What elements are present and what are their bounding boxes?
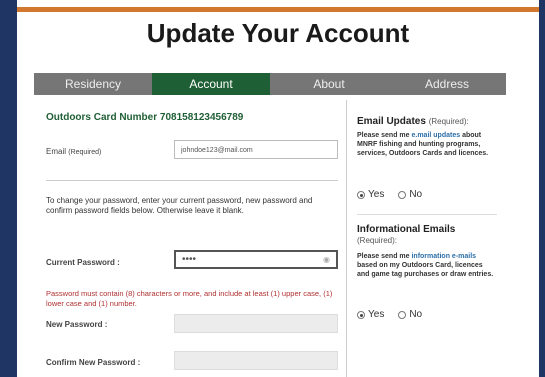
new-password-label: New Password : [46,320,108,329]
current-password-label: Current Password : [46,258,120,267]
info-emails-yes-label: Yes [368,309,385,320]
card-number-label: Outdoors Card Number [46,112,158,123]
email-required-text: (Required) [68,149,102,156]
radio-selected-icon[interactable] [357,310,365,319]
radio-empty-icon[interactable] [398,190,407,199]
current-password-value: •••• [182,254,197,265]
right-border [539,0,545,377]
info-emails-link[interactable]: information e-mails [411,253,476,260]
info-emails-no-label: No [409,309,423,320]
info-emails-yes[interactable]: Yes [357,309,384,320]
current-password-field[interactable]: •••• ◉ [174,250,338,269]
confirm-password-label: Confirm New Password : [46,358,141,367]
step-tabs: Residency Account About Address [34,73,506,95]
email-label: Email (Required) [46,147,101,156]
info-emails-text-pre: Please send me [357,253,412,260]
info-emails-options: Yes No [357,309,422,320]
email-updates-title: Email Updates [357,116,426,127]
tab-residency[interactable]: Residency [34,73,152,95]
email-updates-link[interactable]: e.mail updates [411,132,460,139]
info-emails-text: Please send me information e-mails based… [357,252,497,279]
email-updates-text: Please send me e.mail updates about MNRF… [357,131,497,158]
info-emails-text-post: based on my Outdoors Card, licences and … [357,262,494,278]
radio-empty-icon[interactable] [398,310,407,319]
email-updates-heading: Email Updates (Required): [357,116,469,127]
radio-selected-icon[interactable] [357,190,365,199]
account-form: Outdoors Card Number 708158123456789 Ema… [34,100,346,377]
page-title: Update Your Account [146,18,410,48]
divider [46,180,338,181]
email-updates-text-pre: Please send me [357,132,412,139]
tab-about[interactable]: About [270,73,388,95]
show-password-icon[interactable]: ◉ [323,252,330,267]
email-field[interactable]: johndoe123@mail.com [174,140,338,159]
email-updates-no-label: No [409,189,423,200]
tab-account[interactable]: Account [152,73,270,95]
info-emails-no[interactable]: No [398,309,422,320]
email-updates-yes-label: Yes [368,189,385,200]
card-number-value: 708158123456789 [159,112,244,123]
preferences-panel: Email Updates (Required): Please send me… [346,100,507,377]
outdoors-card-number: Outdoors Card Number 708158123456789 [46,112,243,123]
password-rule-text: Password must contain (8) characters or … [46,289,333,308]
left-border [0,0,17,377]
email-updates-required: (Required): [428,117,469,126]
email-updates-options: Yes No [357,189,422,200]
confirm-password-field[interactable] [174,351,338,370]
password-instructions: To change your password, enter your curr… [46,196,313,215]
new-password-field[interactable] [174,314,338,333]
info-emails-required: (Required): [357,236,398,245]
info-emails-title: Informational Emails [357,224,456,235]
email-updates-yes[interactable]: Yes [357,189,384,200]
info-emails-heading: Informational Emails (Required): [357,224,455,246]
email-label-text: Email [46,147,67,156]
divider [357,214,497,215]
tab-address[interactable]: Address [388,73,506,95]
top-accent-rule [17,7,539,12]
email-updates-no[interactable]: No [398,189,422,200]
